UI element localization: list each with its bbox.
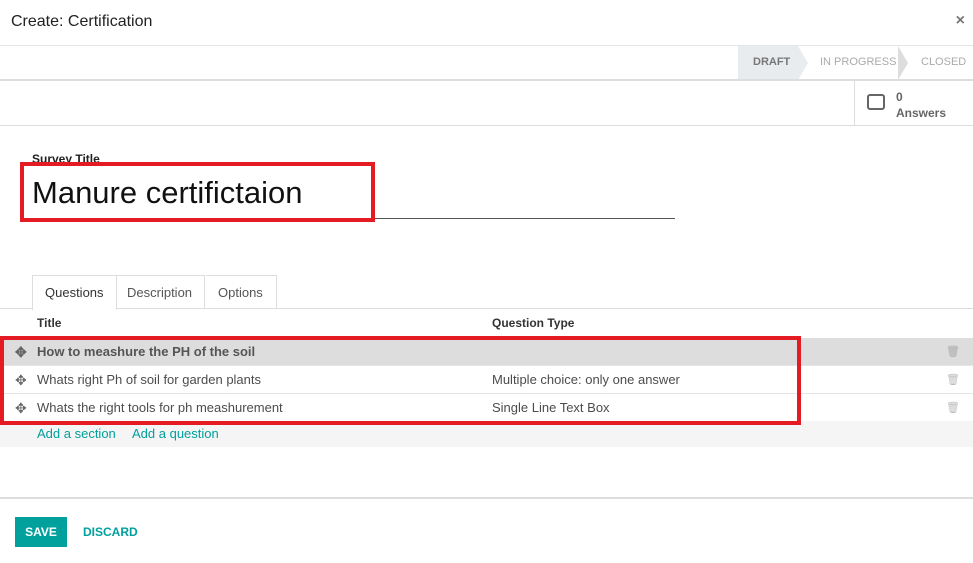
answers-count: 0: [896, 90, 903, 104]
footer-divider: [0, 497, 973, 499]
dialog-header: Create: Certification ×: [0, 0, 973, 46]
stage-arrow: [798, 46, 808, 80]
answers-label: Answers: [896, 106, 947, 120]
trash-icon[interactable]: 🗑: [946, 366, 960, 394]
highlight-box: [20, 162, 375, 222]
dialog-title: Create: Certification: [11, 13, 153, 30]
stage-draft[interactable]: DRAFT: [738, 46, 798, 79]
button-box: 0 Answers: [0, 81, 973, 126]
stage-closed[interactable]: CLOSED: [921, 46, 966, 79]
tab-bar: Questions Description Options: [0, 275, 973, 310]
save-button[interactable]: SAVE: [15, 517, 67, 547]
status-bar: DRAFT IN PROGRESS CLOSED: [0, 46, 973, 81]
discard-button[interactable]: DISCARD: [83, 525, 138, 539]
tab-description[interactable]: Description: [115, 275, 206, 309]
tab-questions[interactable]: Questions: [32, 275, 117, 310]
column-header-type[interactable]: Question Type: [492, 316, 574, 330]
stage-in-progress[interactable]: IN PROGRESS: [820, 46, 896, 79]
answers-button[interactable]: 0 Answers: [854, 81, 973, 125]
highlight-box: [0, 336, 801, 425]
trash-icon[interactable]: 🗑: [946, 338, 960, 366]
trash-icon[interactable]: 🗑: [946, 394, 960, 422]
edit-icon: [867, 94, 885, 110]
tab-options[interactable]: Options: [206, 275, 277, 309]
column-header-title[interactable]: Title: [37, 316, 61, 330]
close-icon[interactable]: ×: [956, 12, 965, 30]
stage-arrow: [898, 46, 908, 80]
